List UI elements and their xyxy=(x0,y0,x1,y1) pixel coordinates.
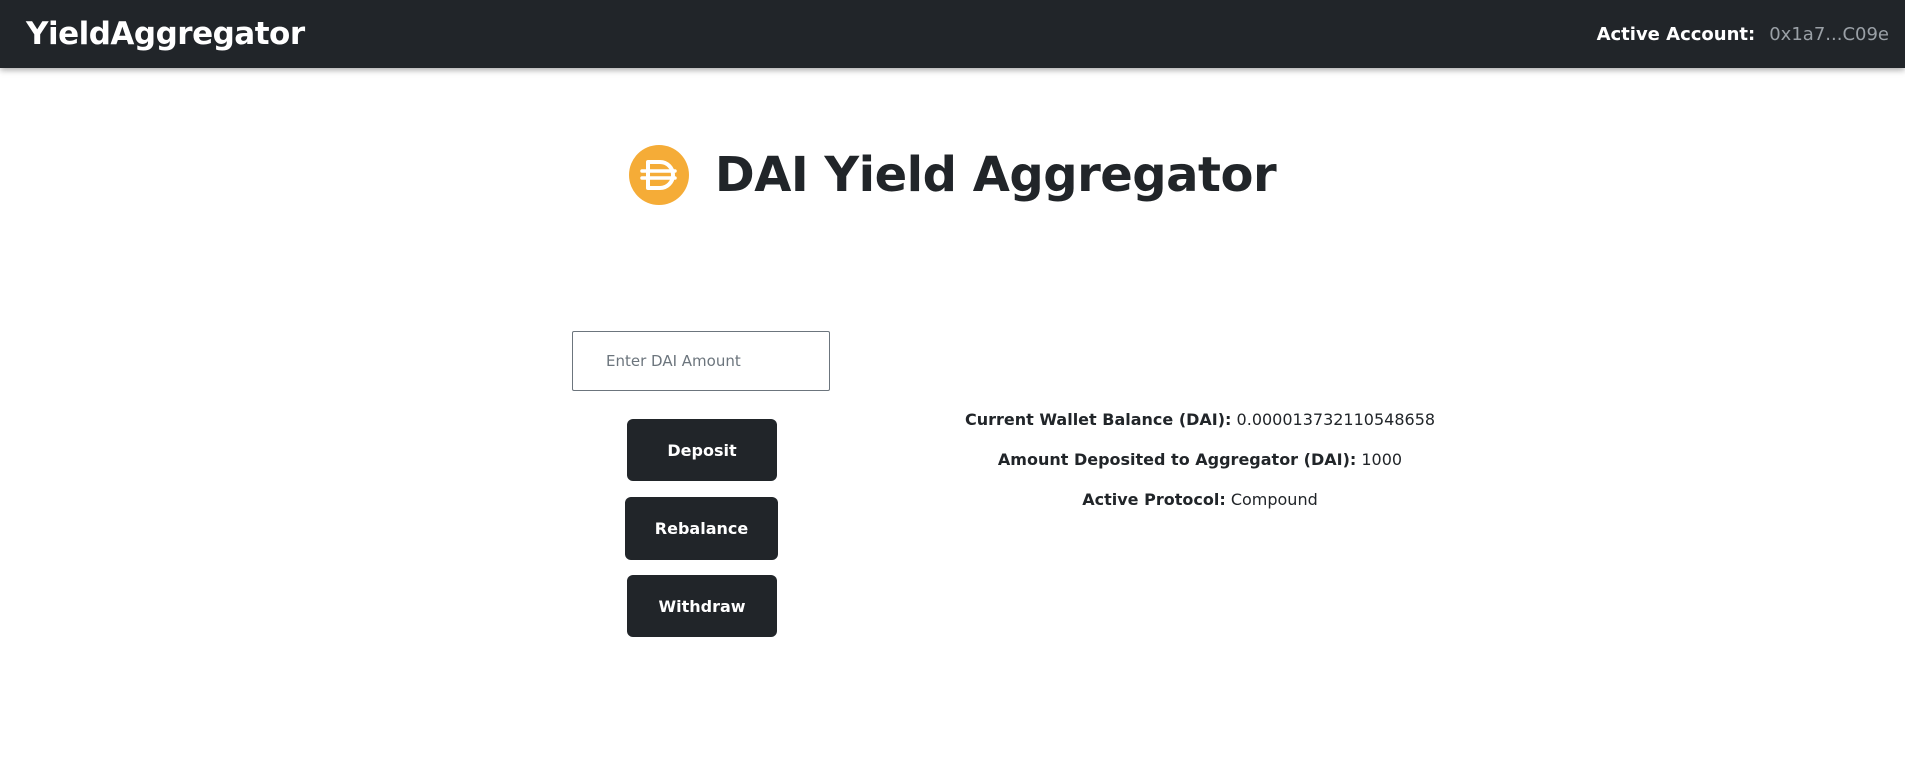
deposited-amount-row: Amount Deposited to Aggregator (DAI): 10… xyxy=(940,448,1460,488)
active-protocol-label: Active Protocol: xyxy=(1082,490,1226,509)
active-account: Active Account: 0x1a7...C09e xyxy=(1597,24,1889,45)
wallet-balance-row: Current Wallet Balance (DAI): 0.00001373… xyxy=(940,408,1460,448)
active-account-address: 0x1a7...C09e xyxy=(1769,24,1889,45)
active-account-label: Active Account: xyxy=(1596,24,1756,45)
active-protocol-value: Compound xyxy=(1230,490,1318,509)
hero-header: DAI Yield Aggregator xyxy=(0,143,1905,207)
wallet-balance-label: Current Wallet Balance (DAI): xyxy=(964,410,1232,429)
dai-logo-icon xyxy=(628,145,689,205)
deposit-button[interactable]: Deposit xyxy=(627,419,777,481)
deposited-amount-value: 1000 xyxy=(1361,450,1403,469)
page-title: DAI Yield Aggregator xyxy=(714,147,1277,203)
deposited-amount-label: Amount Deposited to Aggregator (DAI): xyxy=(997,450,1357,469)
brand-link[interactable]: YieldAggregator xyxy=(26,16,305,52)
aggregator-stats: Current Wallet Balance (DAI): 0.00001373… xyxy=(940,408,1460,528)
dai-amount-input[interactable] xyxy=(572,331,830,391)
withdraw-button[interactable]: Withdraw xyxy=(627,575,777,637)
active-protocol-row: Active Protocol: Compound xyxy=(940,488,1460,528)
navbar: YieldAggregator Active Account: 0x1a7...C… xyxy=(0,0,1905,68)
wallet-balance-value: 0.000013732110548658 xyxy=(1236,410,1436,429)
rebalance-button[interactable]: Rebalance xyxy=(625,497,778,560)
